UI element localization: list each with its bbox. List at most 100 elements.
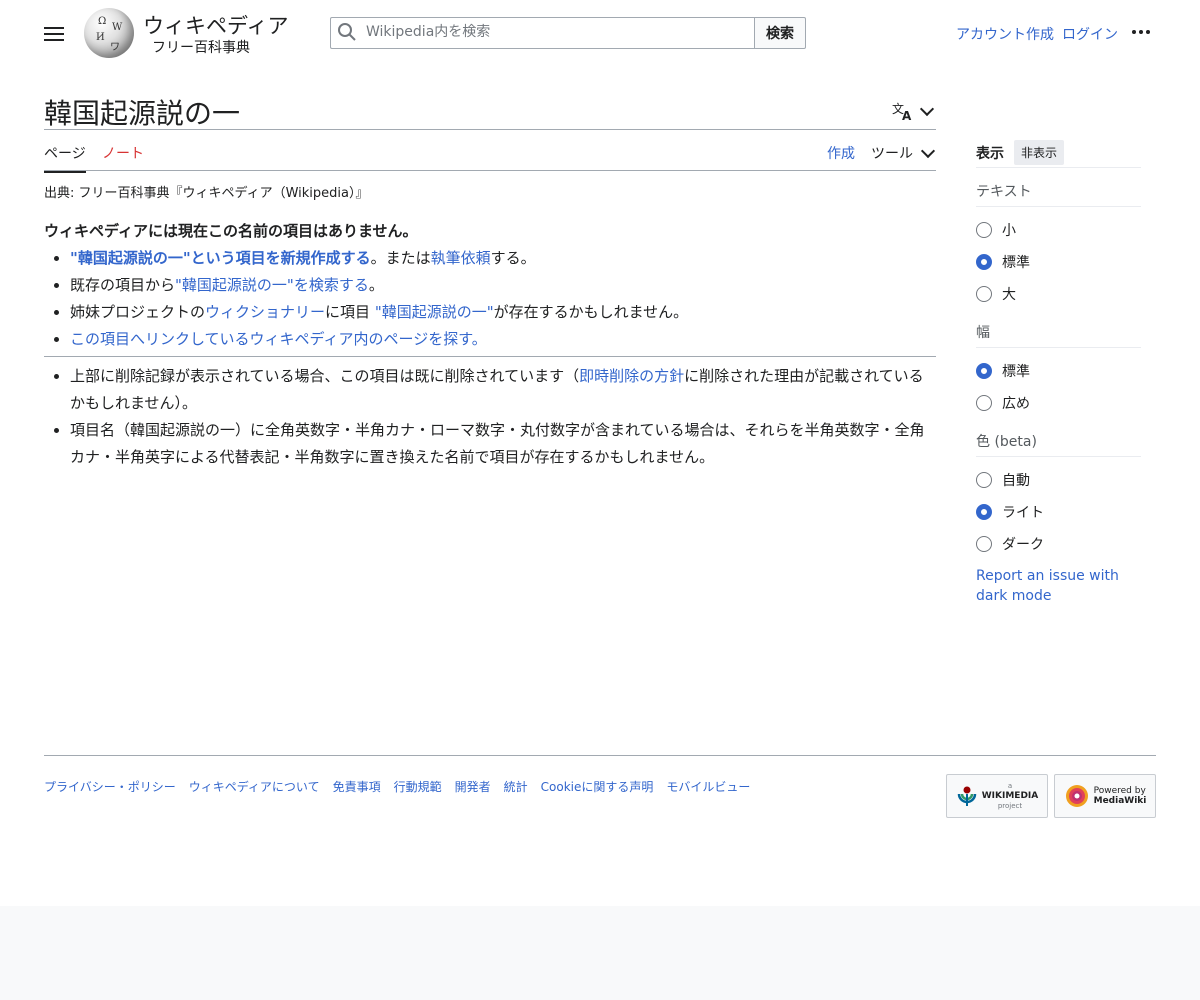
badge-small-text: a [1007,782,1013,790]
search-input[interactable] [366,18,746,46]
text-size-large[interactable]: 大 [976,284,1141,304]
tab-page[interactable]: ページ [44,143,86,173]
footer-link-code-of-conduct[interactable]: 行動規範 [394,778,442,795]
wikipedia-globe-logo[interactable]: Ω W И ワ [84,8,134,58]
wikimedia-project-badge[interactable]: a WIKIMEDIA project [946,774,1048,818]
footer-link-about[interactable]: ウィキペディアについて [189,778,320,795]
footer-link-statistics[interactable]: 統計 [504,778,528,795]
what-links-here-link[interactable]: この項目へリンクしているウィキペディア内のページを探す [70,330,472,348]
option-label: 自動 [1002,473,1030,489]
footer-link-mobile-view[interactable]: モバイルビュー [666,778,750,795]
list-item: 既存の項目から"韓国起源説の一"を検索する。 [70,272,936,299]
text-size-small[interactable]: 小 [976,220,1141,240]
list-item: 姉妹プロジェクトのウィクショナリーに項目 "韓国起源説の一"が存在するかもしれま… [70,299,936,326]
search-icon [338,23,356,41]
list-text: 。 [368,276,384,294]
mediawiki-logo-icon [1065,785,1088,807]
search-article-link[interactable]: "韓国起源説の一"を検索する [175,276,369,294]
menu-bar [44,33,64,35]
page-title: 韓国起源説の一 [44,97,241,130]
sidebar-divider [976,456,1141,457]
badge-line2: MediaWiki [1093,796,1147,806]
site-title[interactable]: ウィキペディア [143,10,289,40]
color-auto[interactable]: 自動 [976,470,1141,490]
radio-button[interactable] [976,395,992,411]
login-link[interactable]: ログイン [1062,24,1118,44]
powered-by-mediawiki-badge[interactable]: Powered by MediaWiki [1054,774,1156,818]
tools-label: ツール [871,146,913,162]
list-item: 項目名（韓国起源説の一）に全角英数字・半角カナ・ローマ数字・丸付数字が含まれてい… [70,417,936,471]
list-item: 上部に削除記録が表示されている場合、この項目は既に削除されています（即時削除の方… [70,363,936,417]
globe-glyph: W [112,22,123,33]
sidebar-divider [976,167,1141,168]
create-account-link[interactable]: アカウント作成 [956,24,1054,44]
footer-link-disclaimer[interactable]: 免責事項 [333,778,381,795]
speedy-deletion-policy-link[interactable]: 即時削除の方針 [579,367,684,385]
sidebar-divider [976,206,1141,207]
option-label: 広め [1002,396,1030,412]
create-article-link[interactable]: "韓国起源説の一"という項目を新規作成する [70,249,371,267]
list-text: が存在するかもしれません。 [493,303,689,321]
list-text: する。 [490,249,536,267]
list-text: 。 [471,330,487,348]
tab-talk[interactable]: ノート [102,143,144,163]
color-light[interactable]: ライト [976,502,1141,522]
request-article-link[interactable]: 執筆依頼 [431,249,491,267]
globe-glyph: ワ [110,42,120,53]
tabs-divider [44,170,936,171]
footer-links: プライバシー・ポリシー ウィキペディアについて 免責事項 行動規範 開発者 統計… [44,778,750,795]
no-article-notice: ウィキペディアには現在この名前の項目はありません。 [44,222,418,240]
radio-button-selected[interactable] [976,363,992,379]
chevron-down-icon [919,101,935,117]
list-item: この項目へリンクしているウィキペディア内のページを探す。 [70,326,936,353]
footer-link-privacy[interactable]: プライバシー・ポリシー [44,778,176,795]
color-label: 色 (beta) [976,434,1037,450]
more-options-icon[interactable] [1132,24,1154,40]
site-tagline: フリー百科事典 [152,40,250,56]
color-dark[interactable]: ダーク [976,534,1141,554]
main-menu-button[interactable] [44,24,64,42]
badge-line1: Powered by [1093,786,1146,796]
radio-button[interactable] [976,472,992,488]
radio-button-selected[interactable] [976,504,992,520]
svg-text:A: A [902,109,912,121]
radio-button[interactable] [976,222,992,238]
language-button[interactable]: 文 A [892,99,938,123]
radio-button-selected[interactable] [976,254,992,270]
search-button[interactable]: 検索 [754,17,806,49]
dot [1139,30,1143,34]
dot [1146,30,1150,34]
article-content: ウィキペディアには現在この名前の項目はありません。 "韓国起源説の一"という項目… [44,218,936,471]
option-label: 標準 [1002,255,1030,271]
list-text: 既存の項目から [70,276,176,294]
list-item: "韓国起源説の一"という項目を新規作成する。または執筆依頼する。 [70,245,936,272]
option-label: ダーク [1002,537,1044,553]
sidebar-divider [976,347,1141,348]
list-text: 上部に削除記録が表示されている場合、この項目は既に削除されています（ [70,367,580,385]
report-dark-mode-link[interactable]: Report an issue with dark mode [976,566,1136,606]
wikimedia-logo-icon [957,786,976,806]
width-wide[interactable]: 広め [976,393,1141,413]
width-standard[interactable]: 標準 [976,361,1141,381]
list-text: に項目 [325,303,375,321]
suggestions-list: "韓国起源説の一"という項目を新規作成する。または執筆依頼する。 既存の項目から… [44,245,936,353]
badge-main-text: WIKIMEDIA [981,791,1039,801]
globe-glyph: Ω [98,16,107,27]
text-size-standard[interactable]: 標準 [976,252,1141,272]
option-label: ライト [1002,505,1044,521]
option-label: 小 [1002,223,1016,239]
wiktionary-link[interactable]: ウィクショナリー [205,303,325,321]
tools-menu[interactable]: ツール [871,143,936,163]
radio-button[interactable] [976,536,992,552]
hide-appearance-button[interactable]: 非表示 [1014,140,1065,165]
tab-create[interactable]: 作成 [827,143,855,163]
translate-icon: 文 A [892,101,912,121]
radio-button[interactable] [976,286,992,302]
site-sub: 出典: フリー百科事典『ウィキペディア（Wikipedia）』 [44,186,369,201]
footer-link-cookie[interactable]: Cookieに関する声明 [541,778,654,795]
badge-sub-text: project [997,802,1023,810]
appearance-header: 表示 非表示 [976,140,1141,165]
notes-list: 上部に削除記録が表示されている場合、この項目は既に削除されています（即時削除の方… [44,363,936,471]
footer-link-developers[interactable]: 開発者 [455,778,491,795]
wiktionary-entry-link[interactable]: "韓国起源説の一" [375,303,494,321]
